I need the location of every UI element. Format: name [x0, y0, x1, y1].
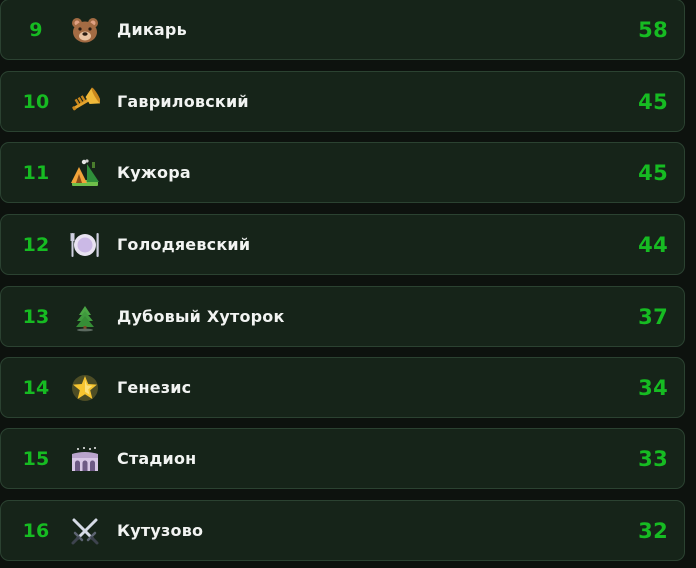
- team-name: Кутузово: [117, 521, 204, 540]
- leaderboard-row[interactable]: 11 Кужора 45: [0, 142, 685, 203]
- rank-number: 16: [22, 519, 50, 542]
- glowing-star-icon: [69, 372, 101, 404]
- leaderboard-row[interactable]: 15 Стадион 33: [0, 428, 685, 489]
- rank-number: 12: [22, 233, 50, 256]
- leaderboard-row[interactable]: 16 Кутузово 32: [0, 500, 685, 561]
- leaderboard-row[interactable]: 12 Голодяевский 44: [0, 214, 685, 275]
- team-name: Дикарь: [117, 20, 187, 39]
- trumpet-icon: [69, 86, 101, 118]
- team-name: Голодяевский: [117, 235, 251, 254]
- team-name: Гавриловский: [117, 92, 249, 111]
- rank-number: 10: [22, 90, 50, 113]
- points-value: 45: [638, 89, 668, 114]
- team-name: Стадион: [117, 449, 197, 468]
- points-value: 34: [638, 375, 668, 400]
- rank-number: 15: [22, 447, 50, 470]
- rank-number: 11: [22, 161, 50, 184]
- leaderboard-row[interactable]: 14 Генезис 34: [0, 357, 685, 418]
- rank-number: 13: [22, 305, 50, 328]
- leaderboard-row[interactable]: 13 Дубовый Хуторок 37: [0, 286, 685, 347]
- leaderboard-list: 9 Дикарь 58 10 Гавриловский 45 11 Кужора…: [0, 0, 696, 568]
- rank-number: 9: [29, 18, 43, 41]
- team-name: Генезис: [117, 378, 192, 397]
- points-value: 32: [638, 518, 668, 543]
- plate-icon: [69, 229, 101, 261]
- points-value: 45: [638, 160, 668, 185]
- points-value: 37: [638, 304, 668, 329]
- points-value: 58: [638, 17, 668, 42]
- team-name: Дубовый Хуторок: [117, 307, 285, 326]
- stadium-icon: [69, 443, 101, 475]
- leaderboard-row[interactable]: 9 Дикарь 58: [0, 0, 685, 60]
- team-name: Кужора: [117, 163, 191, 182]
- bear-icon: [69, 14, 101, 46]
- leaderboard-row[interactable]: 10 Гавриловский 45: [0, 71, 685, 132]
- crossed-swords-icon: [69, 515, 101, 547]
- camping-icon: [69, 157, 101, 189]
- points-value: 44: [638, 232, 668, 257]
- points-value: 33: [638, 446, 668, 471]
- rank-number: 14: [22, 376, 50, 399]
- evergreen-tree-icon: [69, 301, 101, 333]
